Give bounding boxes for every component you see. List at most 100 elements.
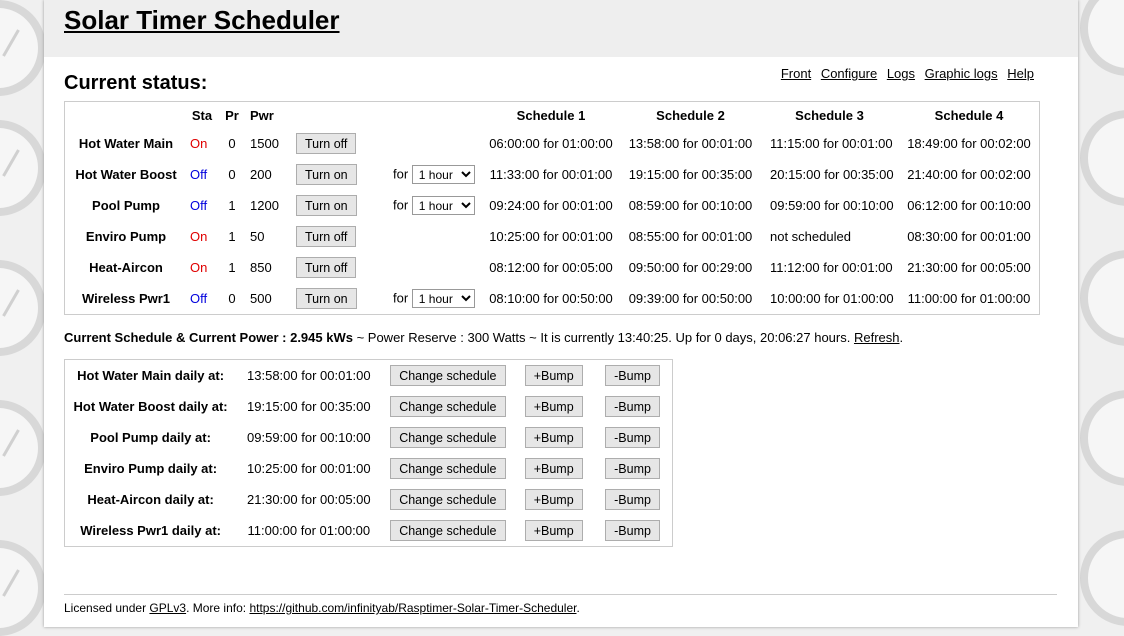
daily-row: Wireless Pwr1 daily at: 11:00:00 for 01:0…	[65, 515, 672, 546]
page-container: Solar Timer Scheduler Current status: Fr…	[44, 0, 1078, 627]
status-table: Sta Pr Pwr Schedule 1 Schedule 2 Schedul…	[64, 101, 1040, 315]
bump-down-button[interactable]: -Bump	[605, 365, 660, 386]
device-priority: 0	[228, 167, 236, 182]
status-heading: Current status:	[64, 72, 208, 94]
duration-cell	[373, 221, 481, 252]
daily-label: Hot Water Main daily at:	[77, 368, 225, 383]
change-schedule-button[interactable]: Change schedule	[390, 365, 506, 386]
daily-label: Pool Pump daily at:	[90, 430, 211, 445]
toggle-device-button[interactable]: Turn on	[296, 288, 357, 309]
duration-cell: for 1 hour	[373, 283, 481, 314]
bump-down-cell: -Bump	[593, 360, 672, 391]
duration-cell: for 1 hour	[373, 190, 481, 221]
toggle-device-button[interactable]: Turn off	[296, 226, 357, 247]
schedule-4: 11:00:00 for 01:00:00	[907, 291, 1031, 306]
nav-link-logs[interactable]: Logs	[887, 66, 915, 81]
background-clock-icon	[0, 260, 46, 356]
toggle-device-button[interactable]: Turn off	[296, 133, 357, 154]
schedule-2: 19:15:00 for 00:35:00	[628, 167, 753, 182]
nav-link-graphic-logs[interactable]: Graphic logs	[925, 66, 998, 81]
bump-up-button[interactable]: +Bump	[524, 489, 583, 510]
action-cell: Turn off	[293, 252, 373, 283]
schedule-4: 21:40:00 for 00:02:00	[907, 167, 1031, 182]
background-clock-icon	[1080, 110, 1124, 206]
col-header-pr: Pr	[225, 107, 239, 123]
bump-up-button[interactable]: +Bump	[524, 427, 583, 448]
device-row: Heat-Aircon On 1 850 Turn off 08:12:00 for 00…	[65, 252, 1039, 283]
device-name: Hot Water Boost	[75, 167, 177, 182]
daily-time: 21:30:00 for 00:05:00	[247, 492, 371, 507]
background-clock-icon	[0, 400, 46, 496]
device-name: Hot Water Main	[78, 136, 174, 151]
daily-row: Pool Pump daily at: 09:59:00 for 00:10:00…	[65, 422, 672, 453]
daily-table-body: Hot Water Main daily at: 13:58:00 for 00:…	[65, 360, 672, 546]
schedule-2: 08:55:00 for 00:01:00	[628, 229, 753, 244]
bump-up-button[interactable]: +Bump	[524, 520, 583, 541]
bump-up-button[interactable]: +Bump	[524, 396, 583, 417]
for-label: for	[393, 290, 409, 306]
change-schedule-button[interactable]: Change schedule	[390, 489, 506, 510]
device-state: On	[190, 229, 208, 244]
toggle-device-button[interactable]: Turn off	[296, 257, 357, 278]
change-schedule-button[interactable]: Change schedule	[390, 458, 506, 479]
daily-time: 09:59:00 for 00:10:00	[247, 430, 371, 445]
bump-up-button[interactable]: +Bump	[524, 458, 583, 479]
change-schedule-button[interactable]: Change schedule	[390, 396, 506, 417]
page-header: Solar Timer Scheduler	[44, 0, 1078, 57]
toggle-device-button[interactable]: Turn on	[296, 164, 357, 185]
footer-middle: . More info:	[186, 601, 250, 615]
duration-select[interactable]: 1 hour	[411, 196, 475, 215]
background-clock-icon	[1080, 390, 1124, 486]
duration-cell	[373, 252, 481, 283]
page-title: Solar Timer Scheduler	[64, 5, 340, 35]
footer-prefix: Licensed under	[64, 601, 150, 615]
bump-down-button[interactable]: -Bump	[605, 520, 660, 541]
bump-down-button[interactable]: -Bump	[605, 458, 660, 479]
refresh-link[interactable]: Refresh	[854, 330, 900, 345]
bump-down-button[interactable]: -Bump	[605, 489, 660, 510]
background-clock-icon	[0, 540, 46, 636]
bump-up-cell: +Bump	[514, 422, 593, 453]
action-cell: Turn on	[293, 159, 373, 190]
bump-down-cell: -Bump	[593, 515, 672, 546]
change-schedule-button[interactable]: Change schedule	[390, 427, 506, 448]
change-cell: Change schedule	[381, 484, 514, 515]
bump-up-button[interactable]: +Bump	[524, 365, 583, 386]
nav-link-help[interactable]: Help	[1007, 66, 1034, 81]
status-table-body: Hot Water Main On 0 1 500 Turn off 06:00:00 fo…	[65, 128, 1039, 314]
status-summary: Current Schedule & Current Power : 2.945…	[64, 330, 903, 345]
schedule-1: 06:00:00 for 01:00:00	[489, 136, 613, 151]
duration-select[interactable]: 1 hour	[411, 289, 475, 308]
nav-link-configure[interactable]: Configure	[821, 66, 877, 81]
daily-label: Wireless Pwr1 daily at:	[80, 523, 221, 538]
device-row: Pool Pump Off 1 1200 Turn on for 1 hour 09:24:…	[65, 190, 1039, 221]
schedule-2: 13:58:00 for 00:01:00	[628, 136, 753, 151]
device-row: Wireless Pwr1 Off 0 500 Turn on for 1 hour 08:…	[65, 283, 1039, 314]
background-clock-icon	[0, 120, 46, 216]
toggle-device-button[interactable]: Turn on	[296, 195, 357, 216]
bump-up-cell: +Bump	[514, 515, 593, 546]
bump-down-button[interactable]: -Bump	[605, 396, 660, 417]
duration-select[interactable]: 1 hour	[411, 165, 475, 184]
bump-down-button[interactable]: -Bump	[605, 427, 660, 448]
device-state: Off	[190, 167, 208, 182]
schedule-1: 08:12:00 for 00:05:00	[489, 260, 613, 275]
bump-up-cell: +Bump	[514, 484, 593, 515]
device-power: 500	[250, 291, 272, 306]
daily-time: 13:58:00 for 00:01:00	[247, 368, 371, 383]
nav-link-front[interactable]: Front	[781, 66, 811, 81]
github-link[interactable]: https://github.com/infinityab/Rasptimer-…	[249, 601, 576, 615]
device-priority: 1	[228, 229, 236, 244]
change-cell: Change schedule	[381, 360, 514, 391]
change-cell: Change schedule	[381, 515, 514, 546]
summary-end: .	[899, 330, 904, 345]
device-row: Enviro Pump On 1 50 Turn off 10:25:00 for 00:…	[65, 221, 1039, 252]
col-header-action	[293, 102, 373, 128]
background-clock-icon	[1080, 250, 1124, 346]
bump-down-cell: -Bump	[593, 391, 672, 422]
schedule-4: 21:30:00 for 00:05:00	[907, 260, 1031, 275]
license-link[interactable]: GPLv3	[149, 601, 186, 615]
change-schedule-button[interactable]: Change schedule	[390, 520, 506, 541]
duration-cell: for 1 hour	[373, 159, 481, 190]
duration-cell	[373, 128, 481, 159]
